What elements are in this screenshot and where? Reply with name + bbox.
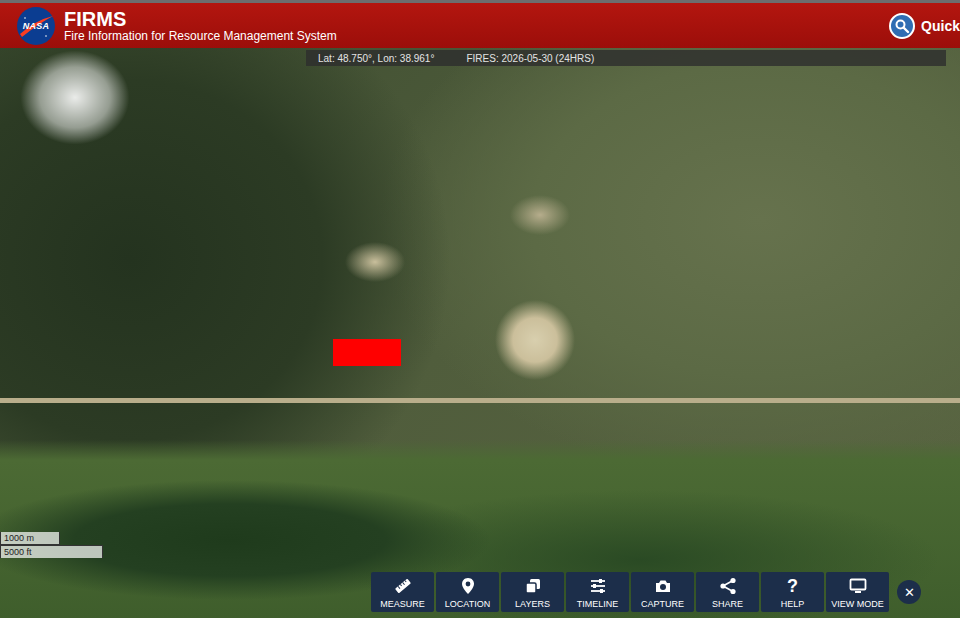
search-icon xyxy=(889,13,915,39)
scale-metric: 1000 m xyxy=(0,532,60,545)
app-subtitle: Fire Information for Resource Management… xyxy=(64,30,337,43)
toolbar-button[interactable]: TIMELINE xyxy=(566,572,629,612)
satellite-map[interactable] xyxy=(0,0,960,618)
toolbar-button[interactable]: SHARE xyxy=(696,572,759,612)
fires-date: FIRES: 2026-05-30 (24HRS) xyxy=(466,53,594,64)
viewmode-icon xyxy=(848,576,868,596)
location-icon xyxy=(458,576,478,596)
toolbar-button[interactable]: LAYERS xyxy=(501,572,564,612)
layers-icon xyxy=(523,576,543,596)
cloud xyxy=(20,50,130,145)
help-icon: ? xyxy=(787,576,798,596)
nasa-logo-icon[interactable]: NASA xyxy=(16,6,56,46)
measure-icon xyxy=(393,576,413,596)
scale-bar: 1000 m 5000 ft xyxy=(0,532,103,558)
toolbar-button[interactable]: ? HELP xyxy=(761,572,824,612)
toolbar-button[interactable]: VIEW MODE xyxy=(826,572,889,612)
toolbar-button[interactable]: MEASURE xyxy=(371,572,434,612)
info-bar: Lat: 48.750°, Lon: 38.961° FIRES: 2026-0… xyxy=(306,50,946,66)
quick-search[interactable]: Quick xyxy=(889,13,960,39)
firms-map-screen: NASA FIRMS Fire Information for Resource… xyxy=(0,0,960,618)
toolbar-button[interactable]: LOCATION xyxy=(436,572,499,612)
app-title: FIRMS xyxy=(64,8,337,30)
header: NASA FIRMS Fire Information for Resource… xyxy=(0,0,960,48)
capture-icon xyxy=(653,576,673,596)
fire-marker[interactable] xyxy=(333,339,401,366)
timeline-icon xyxy=(588,576,608,596)
scale-imperial: 5000 ft xyxy=(0,545,103,558)
toolbar: MEASURE LOCATION LAYERS TIMELINE CAPTURE… xyxy=(371,572,921,612)
share-icon xyxy=(718,576,738,596)
toolbar-button[interactable]: CAPTURE xyxy=(631,572,694,612)
coordinates: Lat: 48.750°, Lon: 38.961° xyxy=(318,53,434,64)
close-toolbar-button[interactable]: ✕ xyxy=(897,580,921,604)
